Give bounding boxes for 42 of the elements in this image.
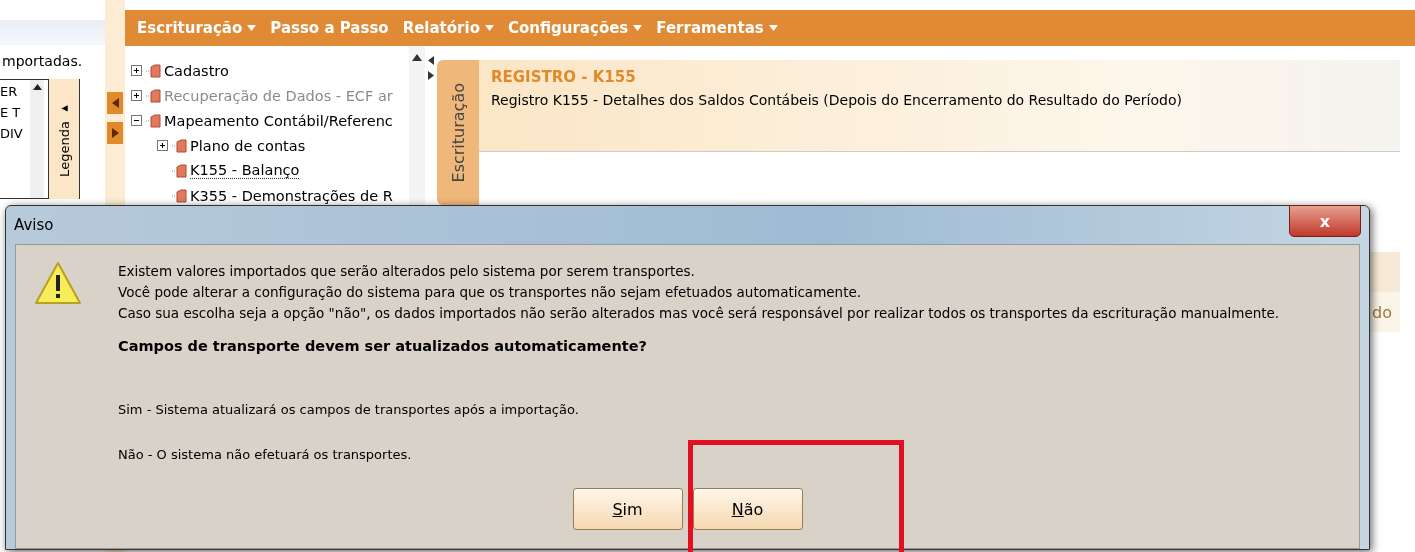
message-text: Você pode alterar a configuração do sistema para que os transportes não sejam efetuados automaticamente. <box>118 283 863 302</box>
expand-icon[interactable] <box>131 65 142 76</box>
scroll-up-icon[interactable] <box>412 54 422 61</box>
document-icon <box>145 113 161 128</box>
left-arrow-icon[interactable] <box>428 56 434 65</box>
collapse-icon[interactable] <box>131 115 142 126</box>
tree-item[interactable]: K355 - Demonstrações de R <box>190 187 393 204</box>
tree-item[interactable]: K155 - Balanço <box>190 162 300 179</box>
document-icon <box>145 63 161 78</box>
document-icon <box>145 88 161 103</box>
record-description: Registro K155 - Detalhes dos Saldos Contábeis (Depois do Encerramento do Resultado do Período) <box>491 92 1183 108</box>
document-icon <box>171 188 187 203</box>
expand-icon[interactable] <box>157 140 168 151</box>
list-item[interactable]: ER <box>0 84 30 99</box>
left-arrow-icon <box>111 98 119 108</box>
record-title: REGISTRO - K155 <box>491 68 637 86</box>
list-item[interactable]: E T <box>0 105 30 120</box>
option-text: Não - O sistema não efetuará os transportes. <box>118 447 413 462</box>
legend-tab[interactable]: Legenda ▸ <box>49 79 80 199</box>
option-text: Sim - Sistema atualizará os campos de transportes após a importação. <box>118 402 580 417</box>
close-button[interactable]: x <box>1289 205 1361 237</box>
tree-item[interactable]: Mapeamento Contábil/Referenc <box>164 112 393 129</box>
dialog-button[interactable]: Não <box>692 488 803 530</box>
right-arrow-icon[interactable] <box>428 71 434 80</box>
collapse-left-button[interactable] <box>107 92 123 114</box>
expand-right-button[interactable] <box>107 122 123 144</box>
cell-text: do <box>1372 302 1392 322</box>
side-tab[interactable]: Escrituração <box>437 60 479 205</box>
question-text: Campos de transporte devem ser atualizados automaticamente? <box>118 338 648 354</box>
list-item[interactable]: DIV <box>0 126 30 141</box>
tree-item[interactable]: Cadastro <box>164 62 229 79</box>
message-text: Existem valores importados que serão alterados pelo sistema por serem transportes. <box>118 262 696 281</box>
scroll-up-icon[interactable] <box>32 84 42 90</box>
document-icon <box>171 163 187 178</box>
message-text: mportadas. <box>1 52 84 69</box>
tree-item[interactable]: Plano de contas <box>190 137 306 154</box>
warning-icon <box>34 261 82 305</box>
right-arrow-icon <box>111 128 119 138</box>
document-icon <box>171 138 187 153</box>
dialog-title: Aviso <box>14 216 54 234</box>
message-text: Caso sua escolha seja a opção "não", os dados importados não serão alterados mas você será responsável por realizar todos os transportes da escrituração manualmente. <box>118 304 1280 323</box>
dialog-button[interactable]: Sim <box>572 488 683 530</box>
